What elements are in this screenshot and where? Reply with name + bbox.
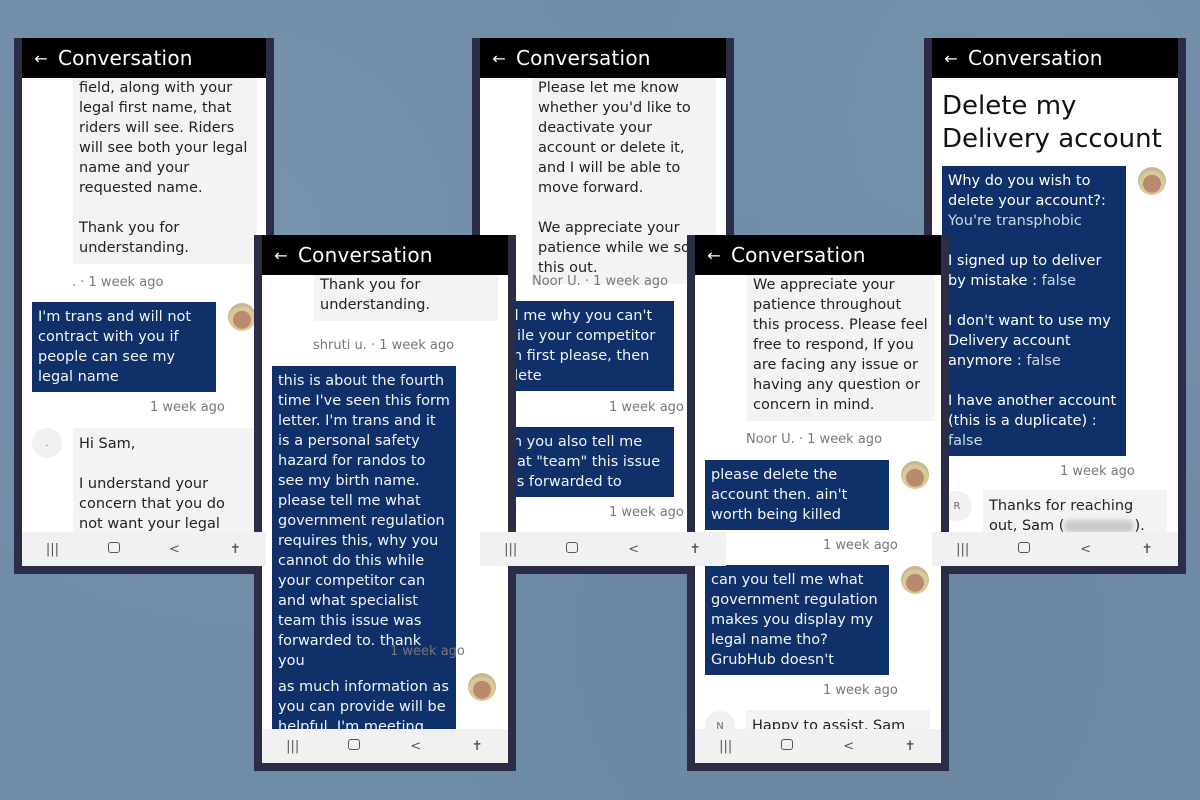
message-meta: . · 1 week ago — [72, 275, 164, 290]
system-nav-bar: ||| < ✝ — [480, 532, 726, 566]
user-message: can you also tell me what "team" this is… — [490, 427, 674, 497]
redacted-name — [1064, 520, 1135, 532]
agent-message: We appreciate your patience throughout t… — [747, 275, 935, 421]
phone-screen-2: ← Conversation Thank you for understandi… — [254, 235, 516, 771]
recents-icon[interactable]: ||| — [943, 542, 983, 557]
back-icon[interactable]: < — [396, 739, 436, 754]
app-bar: ← Conversation — [262, 235, 508, 275]
back-arrow-icon[interactable]: ← — [482, 49, 516, 68]
user-message: this is about the fourth time I've seen … — [272, 366, 456, 676]
message-meta: 1 week ago — [609, 505, 684, 520]
message-list[interactable]: Delete my Delivery account Why do you wi… — [932, 78, 1178, 532]
agent-avatar: N — [705, 711, 735, 729]
user-message: please delete the account then. ain't wo… — [705, 460, 889, 530]
form-answer: I signed up to deliver by mistake : fals… — [948, 253, 1102, 289]
app-bar: ← Conversation — [695, 235, 941, 275]
back-arrow-icon[interactable]: ← — [934, 49, 968, 68]
form-answer: I have another account (this is a duplic… — [948, 393, 1117, 449]
form-heading: Delete my Delivery account — [942, 91, 1162, 154]
accessibility-icon[interactable]: ✝ — [1127, 542, 1167, 557]
message-list[interactable]: field, along with your legal first name,… — [22, 78, 266, 532]
user-message: tell me why you can't while your competi… — [490, 301, 674, 391]
user-message: as much information as you can provide w… — [272, 672, 456, 729]
home-icon[interactable] — [552, 541, 592, 557]
system-nav-bar: ||| < ✝ — [22, 532, 266, 566]
screen-title: Conversation — [516, 46, 651, 70]
recents-icon[interactable]: ||| — [33, 542, 73, 557]
agent-message: Happy to assist, Sam — [746, 710, 930, 729]
back-arrow-icon[interactable]: ← — [264, 246, 298, 265]
back-icon[interactable]: < — [614, 542, 654, 557]
back-icon[interactable]: < — [155, 542, 195, 557]
agent-message: field, along with your legal first name,… — [73, 78, 257, 264]
agent-message: Hi Sam, I understand your concern that y… — [73, 428, 257, 532]
home-icon[interactable] — [767, 738, 807, 754]
back-icon[interactable]: < — [1066, 542, 1106, 557]
system-nav-bar: ||| < ✝ — [932, 532, 1178, 566]
app-bar: ← Conversation — [22, 38, 266, 78]
message-meta: 1 week ago — [823, 683, 898, 698]
message-meta: Noor U. · 1 week ago — [746, 432, 883, 447]
screen-title: Conversation — [58, 46, 193, 70]
message-list[interactable]: We appreciate your patience throughout t… — [695, 275, 941, 729]
agent-message: Thanks for reaching out, Sam (). — [983, 490, 1167, 532]
message-list[interactable]: Thank you for understanding. shruti u. ·… — [262, 275, 508, 729]
recents-icon[interactable]: ||| — [706, 739, 746, 754]
accessibility-icon[interactable]: ✝ — [216, 542, 256, 557]
agent-avatar: . — [32, 428, 62, 458]
user-avatar — [901, 461, 929, 489]
user-avatar — [228, 303, 256, 331]
message-meta: Noor U. · 1 week ago — [532, 274, 669, 289]
recents-icon[interactable]: ||| — [491, 542, 531, 557]
user-message: I'm trans and will not contract with you… — [32, 302, 216, 392]
user-message: can you tell me what government regulati… — [705, 565, 889, 675]
home-icon[interactable] — [1004, 541, 1044, 557]
back-arrow-icon[interactable]: ← — [24, 49, 58, 68]
accessibility-icon[interactable]: ✝ — [675, 542, 715, 557]
user-avatar — [1138, 167, 1166, 195]
accessibility-icon[interactable]: ✝ — [457, 739, 497, 754]
message-meta: 1 week ago — [390, 644, 465, 659]
form-answer: I don't want to use my Delivery account … — [948, 313, 1111, 369]
agent-message: Thank you for understanding. — [314, 275, 498, 321]
screen-title: Conversation — [968, 46, 1103, 70]
form-answer: Why do you wish to delete your account?:… — [948, 173, 1106, 229]
message-meta: shruti u. · 1 week ago — [313, 338, 455, 353]
phone-screen-5: ← Conversation Delete my Delivery accoun… — [924, 38, 1186, 574]
user-avatar — [901, 566, 929, 594]
back-arrow-icon[interactable]: ← — [697, 246, 731, 265]
message-meta: 1 week ago — [150, 400, 225, 415]
screen-title: Conversation — [731, 243, 866, 267]
message-meta: 1 week ago — [1060, 464, 1135, 479]
app-bar: ← Conversation — [480, 38, 726, 78]
system-nav-bar: ||| < ✝ — [262, 729, 508, 763]
message-meta: 1 week ago — [823, 538, 898, 553]
phone-screen-1: ← Conversation field, along with your le… — [14, 38, 274, 574]
accessibility-icon[interactable]: ✝ — [890, 739, 930, 754]
system-nav-bar: ||| < ✝ — [695, 729, 941, 763]
screen-title: Conversation — [298, 243, 433, 267]
app-bar: ← Conversation — [932, 38, 1178, 78]
recents-icon[interactable]: ||| — [273, 739, 313, 754]
form-submission: Why do you wish to delete your account?:… — [942, 166, 1126, 456]
user-avatar — [468, 673, 496, 701]
back-icon[interactable]: < — [829, 739, 869, 754]
home-icon[interactable] — [334, 738, 374, 754]
home-icon[interactable] — [94, 541, 134, 557]
phone-screen-4: ← Conversation We appreciate your patien… — [687, 235, 949, 771]
message-meta: 1 week ago — [609, 400, 684, 415]
